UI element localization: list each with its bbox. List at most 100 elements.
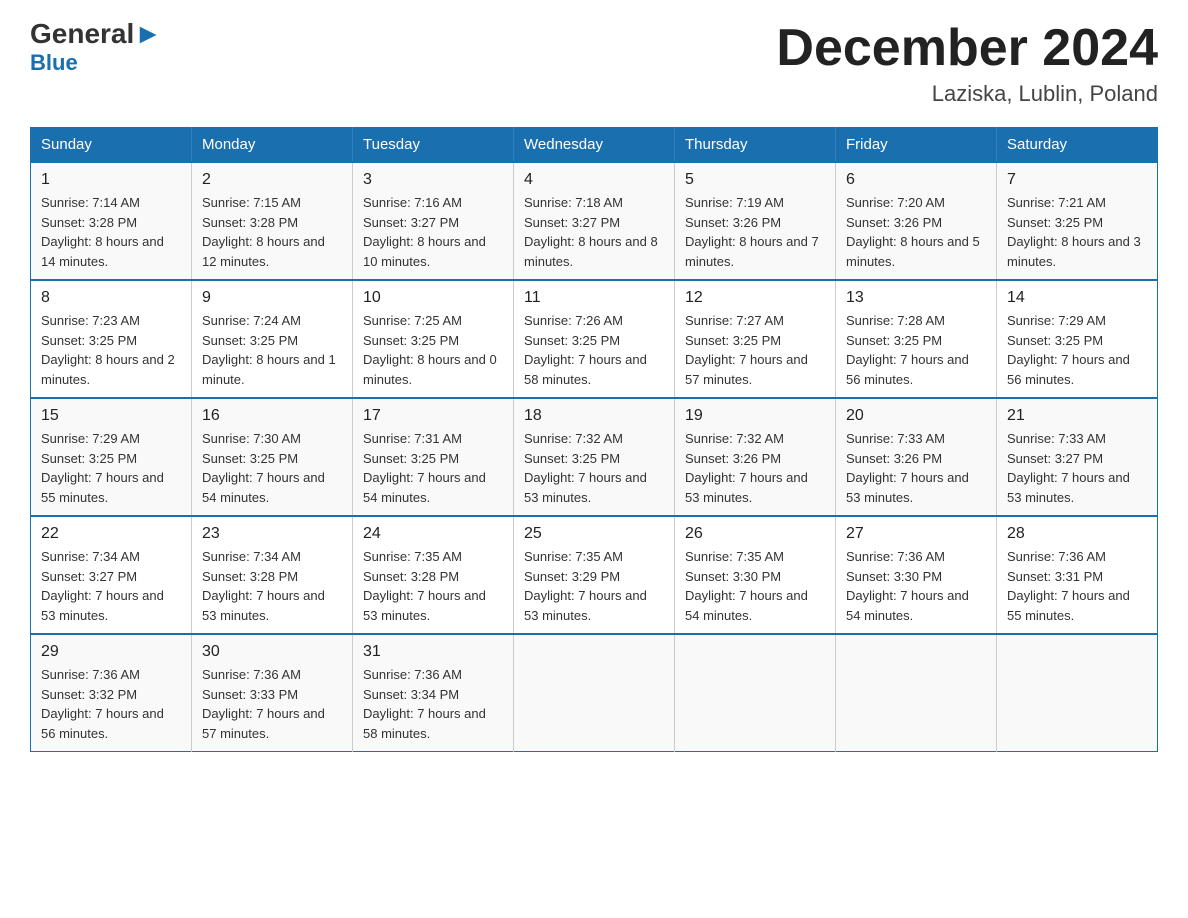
day-info: Sunrise: 7:29 AMSunset: 3:25 PMDaylight:…: [41, 429, 181, 507]
calendar-cell: 20 Sunrise: 7:33 AMSunset: 3:26 PMDayligh…: [836, 398, 997, 516]
day-info: Sunrise: 7:24 AMSunset: 3:25 PMDaylight:…: [202, 311, 342, 389]
day-number: 21: [1007, 407, 1147, 425]
calendar-cell: [675, 634, 836, 752]
day-number: 7: [1007, 171, 1147, 189]
day-number: 1: [41, 171, 181, 189]
calendar-cell: 19Sunrise: 7:32 AMSunset: 3:26 PMDayligh…: [675, 398, 836, 516]
calendar-cell: 24 Sunrise: 7:35 AMSunset: 3:28 PMDayligh…: [353, 516, 514, 634]
calendar-subtitle: Laziska, Lublin, Poland: [776, 81, 1158, 107]
day-info: Sunrise: 7:33 AMSunset: 3:27 PMDaylight:…: [1007, 429, 1147, 507]
day-number: 18: [524, 407, 664, 425]
day-number: 13: [846, 289, 986, 307]
day-info: Sunrise: 7:15 AMSunset: 3:28 PMDaylight:…: [202, 193, 342, 271]
calendar-cell: [514, 634, 675, 752]
day-number: 24: [363, 525, 503, 543]
calendar-cell: 29 Sunrise: 7:36 AMSunset: 3:32 PMDayligh…: [31, 634, 192, 752]
calendar-cell: 1Sunrise: 7:14 AMSunset: 3:28 PMDaylight…: [31, 162, 192, 280]
col-monday: Monday: [192, 128, 353, 163]
title-section: December 2024 Laziska, Lublin, Poland: [776, 20, 1158, 107]
day-info: Sunrise: 7:32 AMSunset: 3:25 PMDaylight:…: [524, 429, 664, 507]
calendar-cell: 16 Sunrise: 7:30 AMSunset: 3:25 PMDayligh…: [192, 398, 353, 516]
calendar-cell: 22Sunrise: 7:34 AMSunset: 3:27 PMDayligh…: [31, 516, 192, 634]
logo-triangle-shape: ►: [134, 18, 162, 49]
col-sunday: Sunday: [31, 128, 192, 163]
calendar-cell: 6Sunrise: 7:20 AMSunset: 3:26 PMDaylight…: [836, 162, 997, 280]
day-info: Sunrise: 7:27 AMSunset: 3:25 PMDaylight:…: [685, 311, 825, 389]
calendar-cell: 8 Sunrise: 7:23 AMSunset: 3:25 PMDaylight…: [31, 280, 192, 398]
day-info: Sunrise: 7:35 AMSunset: 3:28 PMDaylight:…: [363, 547, 503, 625]
calendar-week-3: 15 Sunrise: 7:29 AMSunset: 3:25 PMDayligh…: [31, 398, 1158, 516]
calendar-cell: 15 Sunrise: 7:29 AMSunset: 3:25 PMDayligh…: [31, 398, 192, 516]
calendar-cell: 18 Sunrise: 7:32 AMSunset: 3:25 PMDayligh…: [514, 398, 675, 516]
day-info: Sunrise: 7:25 AMSunset: 3:25 PMDaylight:…: [363, 311, 503, 389]
day-number: 8: [41, 289, 181, 307]
day-number: 23: [202, 525, 342, 543]
calendar-cell: 26Sunrise: 7:35 AMSunset: 3:30 PMDayligh…: [675, 516, 836, 634]
day-info: Sunrise: 7:34 AMSunset: 3:28 PMDaylight:…: [202, 547, 342, 625]
col-tuesday: Tuesday: [353, 128, 514, 163]
calendar-cell: 2 Sunrise: 7:15 AMSunset: 3:28 PMDaylight…: [192, 162, 353, 280]
calendar-table: Sunday Monday Tuesday Wednesday Thursday…: [30, 127, 1158, 752]
day-number: 29: [41, 643, 181, 661]
day-info: Sunrise: 7:33 AMSunset: 3:26 PMDaylight:…: [846, 429, 986, 507]
calendar-cell: 12 Sunrise: 7:27 AMSunset: 3:25 PMDayligh…: [675, 280, 836, 398]
col-saturday: Saturday: [997, 128, 1158, 163]
calendar-cell: 25 Sunrise: 7:35 AMSunset: 3:29 PMDayligh…: [514, 516, 675, 634]
calendar-week-5: 29 Sunrise: 7:36 AMSunset: 3:32 PMDayligh…: [31, 634, 1158, 752]
day-number: 12: [685, 289, 825, 307]
day-number: 31: [363, 643, 503, 661]
day-number: 27: [846, 525, 986, 543]
day-number: 3: [363, 171, 503, 189]
calendar-cell: 23 Sunrise: 7:34 AMSunset: 3:28 PMDayligh…: [192, 516, 353, 634]
day-info: Sunrise: 7:36 AMSunset: 3:33 PMDaylight:…: [202, 665, 342, 743]
logo-blue: Blue: [30, 50, 78, 76]
calendar-header: Sunday Monday Tuesday Wednesday Thursday…: [31, 128, 1158, 163]
logo: General► Blue: [30, 20, 162, 76]
day-number: 19: [685, 407, 825, 425]
day-number: 10: [363, 289, 503, 307]
calendar-cell: [997, 634, 1158, 752]
calendar-week-4: 22Sunrise: 7:34 AMSunset: 3:27 PMDayligh…: [31, 516, 1158, 634]
day-number: 16: [202, 407, 342, 425]
calendar-cell: 9 Sunrise: 7:24 AMSunset: 3:25 PMDaylight…: [192, 280, 353, 398]
day-number: 26: [685, 525, 825, 543]
calendar-cell: 13Sunrise: 7:28 AMSunset: 3:25 PMDayligh…: [836, 280, 997, 398]
day-info: Sunrise: 7:34 AMSunset: 3:27 PMDaylight:…: [41, 547, 181, 625]
col-thursday: Thursday: [675, 128, 836, 163]
calendar-cell: 21 Sunrise: 7:33 AMSunset: 3:27 PMDayligh…: [997, 398, 1158, 516]
day-info: Sunrise: 7:30 AMSunset: 3:25 PMDaylight:…: [202, 429, 342, 507]
day-number: 9: [202, 289, 342, 307]
day-info: Sunrise: 7:21 AMSunset: 3:25 PMDaylight:…: [1007, 193, 1147, 271]
day-info: Sunrise: 7:23 AMSunset: 3:25 PMDaylight:…: [41, 311, 181, 389]
day-info: Sunrise: 7:19 AMSunset: 3:26 PMDaylight:…: [685, 193, 825, 271]
col-friday: Friday: [836, 128, 997, 163]
day-number: 25: [524, 525, 664, 543]
day-number: 15: [41, 407, 181, 425]
calendar-cell: 28Sunrise: 7:36 AMSunset: 3:31 PMDayligh…: [997, 516, 1158, 634]
day-info: Sunrise: 7:36 AMSunset: 3:30 PMDaylight:…: [846, 547, 986, 625]
calendar-cell: 10 Sunrise: 7:25 AMSunset: 3:25 PMDayligh…: [353, 280, 514, 398]
calendar-body: 1Sunrise: 7:14 AMSunset: 3:28 PMDaylight…: [31, 162, 1158, 752]
calendar-cell: 14Sunrise: 7:29 AMSunset: 3:25 PMDayligh…: [997, 280, 1158, 398]
calendar-title: December 2024: [776, 20, 1158, 77]
calendar-cell: 17Sunrise: 7:31 AMSunset: 3:25 PMDayligh…: [353, 398, 514, 516]
day-number: 17: [363, 407, 503, 425]
calendar-cell: 7 Sunrise: 7:21 AMSunset: 3:25 PMDaylight…: [997, 162, 1158, 280]
calendar-week-1: 1Sunrise: 7:14 AMSunset: 3:28 PMDaylight…: [31, 162, 1158, 280]
day-number: 30: [202, 643, 342, 661]
day-number: 20: [846, 407, 986, 425]
header-row: Sunday Monday Tuesday Wednesday Thursday…: [31, 128, 1158, 163]
calendar-cell: 30 Sunrise: 7:36 AMSunset: 3:33 PMDayligh…: [192, 634, 353, 752]
day-number: 2: [202, 171, 342, 189]
day-info: Sunrise: 7:36 AMSunset: 3:32 PMDaylight:…: [41, 665, 181, 743]
calendar-cell: [836, 634, 997, 752]
page-header: General► Blue December 2024 Laziska, Lub…: [30, 20, 1158, 107]
day-info: Sunrise: 7:29 AMSunset: 3:25 PMDaylight:…: [1007, 311, 1147, 389]
calendar-cell: 27 Sunrise: 7:36 AMSunset: 3:30 PMDayligh…: [836, 516, 997, 634]
day-info: Sunrise: 7:35 AMSunset: 3:29 PMDaylight:…: [524, 547, 664, 625]
day-number: 6: [846, 171, 986, 189]
day-info: Sunrise: 7:18 AMSunset: 3:27 PMDaylight:…: [524, 193, 664, 271]
calendar-cell: 3Sunrise: 7:16 AMSunset: 3:27 PMDaylight…: [353, 162, 514, 280]
calendar-week-2: 8 Sunrise: 7:23 AMSunset: 3:25 PMDaylight…: [31, 280, 1158, 398]
calendar-cell: 5Sunrise: 7:19 AMSunset: 3:26 PMDaylight…: [675, 162, 836, 280]
